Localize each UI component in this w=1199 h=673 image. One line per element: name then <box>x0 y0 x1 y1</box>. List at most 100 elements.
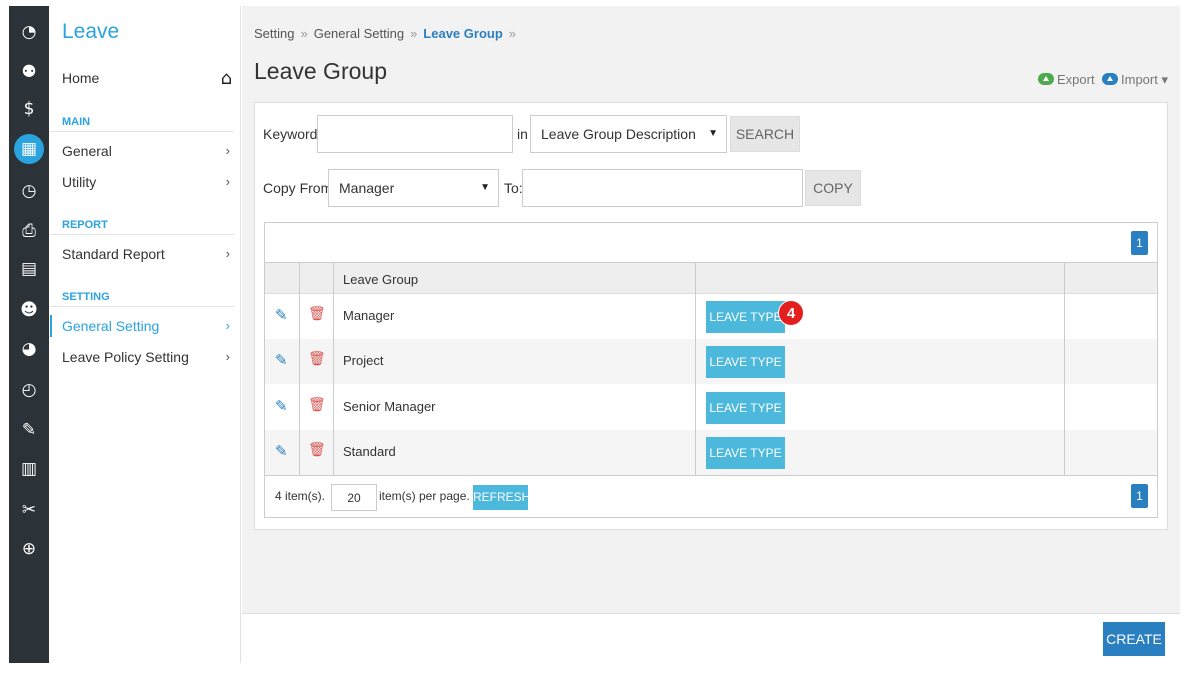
leave-type-button[interactable]: LEAVE TYPE <box>706 392 785 424</box>
sidebar-item-label: Standard Report <box>62 246 165 262</box>
leave-group-panel: Keyword: in Leave Group Description ▼ SE… <box>254 102 1168 530</box>
search-field-select[interactable]: Leave Group Description ▼ <box>530 115 727 153</box>
chevron-right-icon: › <box>225 349 230 364</box>
profile-icon[interactable]: ☻ <box>14 295 44 325</box>
clock-icon[interactable]: ◷ <box>14 176 44 206</box>
import-button[interactable]: Import ▾ <box>1102 72 1168 88</box>
keyword-label: Keyword: <box>263 126 322 142</box>
grid-header: Leave Group <box>265 262 1157 294</box>
export-button[interactable]: Export <box>1038 72 1095 87</box>
timer-icon[interactable]: ◴ <box>14 375 44 405</box>
table-row: ✎ 🗑 Senior Manager LEAVE TYPE <box>265 385 1157 430</box>
table-row: ✎ 🗑 Project LEAVE TYPE <box>265 339 1157 384</box>
breadcrumb-general-setting[interactable]: General Setting <box>314 26 404 41</box>
leave-group-name: Project <box>343 353 384 368</box>
refresh-button[interactable]: REFRESH <box>473 485 530 510</box>
item-count: 4 item(s). <box>275 489 326 503</box>
schedule-icon[interactable]: ▤ <box>14 254 44 284</box>
leave-type-button[interactable]: LEAVE TYPE <box>706 437 785 469</box>
caret-down-icon: ▼ <box>708 128 718 139</box>
users-icon[interactable]: ⚉ <box>14 57 44 87</box>
trash-icon[interactable]: 🗑 <box>308 442 326 458</box>
column-header-leave-group[interactable]: Leave Group <box>343 272 418 287</box>
cloud-upload-icon <box>1038 73 1054 85</box>
dashboard-icon[interactable]: ◔ <box>14 17 44 47</box>
section-main: MAIN <box>50 116 234 132</box>
copy-from-value: Manager <box>339 180 395 196</box>
trash-icon[interactable]: 🗑 <box>308 306 326 322</box>
upload-icon[interactable]: ⊕ <box>14 534 44 564</box>
leave-group-grid: 1 Leave Group ✎ 🗑 Manager LEAVE TYPE ✎ 🗑… <box>264 222 1158 518</box>
page-footer: CREATE <box>242 613 1180 663</box>
leave-group-name: Standard <box>343 444 396 459</box>
chevron-right-icon: › <box>225 246 230 261</box>
chevron-right-icon: › <box>225 318 230 333</box>
section-setting: SETTING <box>50 291 234 307</box>
search-field-value: Leave Group Description <box>541 126 696 142</box>
sidebar-item-utility[interactable]: Utility › <box>50 171 234 193</box>
sidebar-item-label: General Setting <box>62 318 160 334</box>
breadcrumb: Setting » General Setting » Leave Group » <box>254 26 522 41</box>
leave-type-button[interactable]: LEAVE TYPE <box>706 346 785 378</box>
leave-group-name: Senior Manager <box>343 399 436 414</box>
sidebar: Leave Home ⌂ MAIN General › Utility › RE… <box>49 6 241 663</box>
sidebar-item-home[interactable]: Home ⌂ <box>62 68 232 90</box>
icon-rail: ◔ ⚉ $ ▦ ◷ ⎙ ▤ ☻ ◕ ◴ ✎ ▥ ✂ ⊕ <box>9 6 49 663</box>
sidebar-item-general-setting[interactable]: General Setting › <box>50 315 234 337</box>
step-number-badge: 4 <box>778 300 804 326</box>
home-icon[interactable]: ⌂ <box>221 68 232 89</box>
claim-icon[interactable]: ⎙ <box>14 216 44 246</box>
column-divider <box>695 262 696 475</box>
grid-footer: 4 item(s). 20 item(s) per page. REFRESH … <box>265 475 1157 517</box>
breadcrumb-separator: » <box>508 26 516 41</box>
import-label: Import ▾ <box>1121 72 1168 87</box>
trash-icon[interactable]: 🗑 <box>308 351 326 367</box>
breadcrumb-setting[interactable]: Setting <box>254 26 294 41</box>
cloud-upload-icon <box>1102 73 1118 85</box>
form-icon[interactable]: ✎ <box>14 415 44 445</box>
breadcrumb-separator: » <box>300 26 308 41</box>
to-label: To: <box>504 180 523 196</box>
leave-group-name: Manager <box>343 308 395 323</box>
sidebar-item-label: Home <box>62 70 100 86</box>
caret-down-icon: ▼ <box>480 182 490 193</box>
copy-button[interactable]: COPY <box>805 170 861 206</box>
search-button[interactable]: SEARCH <box>730 116 800 152</box>
copy-to-input[interactable] <box>522 169 803 207</box>
sidebar-item-label: General <box>62 143 112 159</box>
sidebar-item-standard-report[interactable]: Standard Report › <box>50 243 234 265</box>
app-title: Leave <box>62 20 120 43</box>
per-page-label: item(s) per page. <box>379 489 470 503</box>
pencil-icon[interactable]: ✎ <box>275 397 288 415</box>
column-divider <box>1064 262 1065 475</box>
section-report: REPORT <box>50 219 234 235</box>
main-content: Setting » General Setting » Leave Group » Lea… <box>242 6 1180 613</box>
payroll-icon[interactable]: $ <box>14 94 44 124</box>
column-divider <box>299 262 300 475</box>
table-row: ✎ 🗑 Standard LEAVE TYPE <box>265 430 1157 475</box>
keyword-input[interactable] <box>317 115 513 153</box>
pencil-icon[interactable]: ✎ <box>275 442 288 460</box>
per-page-input[interactable]: 20 <box>331 484 377 511</box>
sidebar-item-label: Leave Policy Setting <box>62 349 189 365</box>
table-icon[interactable]: ▥ <box>14 454 44 484</box>
leave-type-button[interactable]: LEAVE TYPE <box>706 301 785 333</box>
tools-icon[interactable]: ✂ <box>14 495 44 525</box>
pencil-icon[interactable]: ✎ <box>275 306 288 324</box>
breadcrumb-separator: » <box>410 26 418 41</box>
trash-icon[interactable]: 🗑 <box>308 397 326 413</box>
copy-from-select[interactable]: Manager ▼ <box>328 169 499 207</box>
pager-bottom-page[interactable]: 1 <box>1131 484 1148 508</box>
app-frame: ◔ ⚉ $ ▦ ◷ ⎙ ▤ ☻ ◕ ◴ ✎ ▥ ✂ ⊕ Leave Home ⌂… <box>9 6 1180 663</box>
leave-calendar-icon[interactable]: ▦ <box>14 134 44 164</box>
table-row: ✎ 🗑 Manager LEAVE TYPE <box>265 294 1157 339</box>
sidebar-item-general[interactable]: General › <box>50 140 234 162</box>
pager-top-page[interactable]: 1 <box>1131 231 1148 255</box>
sidebar-item-label: Utility <box>62 174 97 190</box>
breadcrumb-leave-group: Leave Group <box>423 26 503 41</box>
create-button[interactable]: CREATE <box>1103 622 1165 656</box>
sidebar-item-leave-policy-setting[interactable]: Leave Policy Setting › <box>50 346 234 368</box>
pencil-icon[interactable]: ✎ <box>275 351 288 369</box>
chart-icon[interactable]: ◕ <box>14 334 44 364</box>
page-title: Leave Group <box>254 58 387 84</box>
